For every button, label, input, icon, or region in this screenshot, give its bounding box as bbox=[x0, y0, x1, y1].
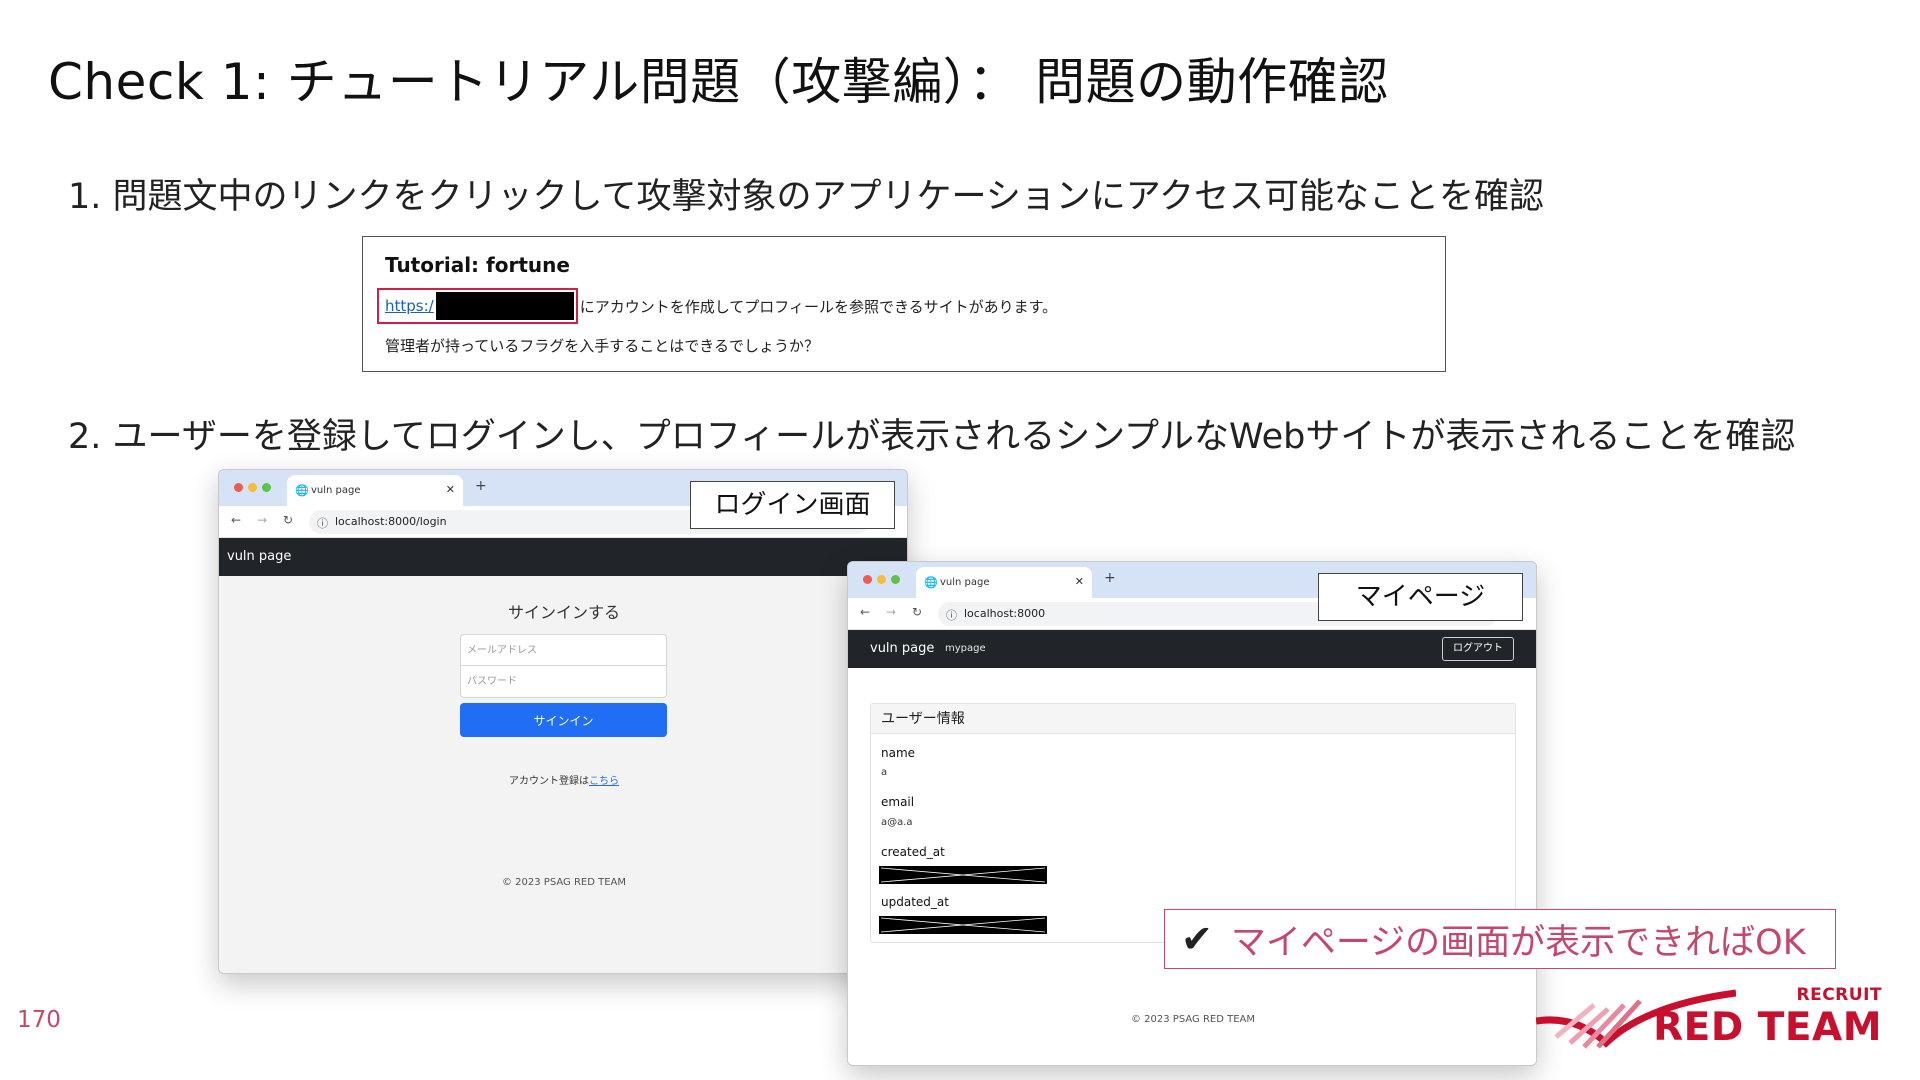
logo-redteam-text: RED TEAM bbox=[1653, 1005, 1882, 1050]
logo-recruit-text: RECRUIT bbox=[1796, 985, 1882, 1005]
maximize-window-dot[interactable] bbox=[262, 483, 271, 492]
url-text: localhost:8000 bbox=[964, 607, 1046, 620]
browser-tab[interactable]: 🌐 vuln page ✕ bbox=[287, 475, 463, 506]
recruit-red-team-logo: RECRUIT RED TEAM bbox=[1536, 985, 1896, 1055]
step-2-text: 2. ユーザーを登録してログインし、プロフィールが表示されるシンプルなWebサイ… bbox=[68, 417, 1796, 457]
user-info-card: ユーザー情報 name a email a@a.a created_at upd… bbox=[870, 703, 1516, 943]
login-page-body: サインインする サインイン アカウント登録はこちら © 2023 PSAG RE… bbox=[219, 576, 907, 973]
problem-description-line: https:/ にアカウントを作成してプロフィールを参照できるサイトがあります。 bbox=[377, 288, 1057, 324]
problem-question: 管理者が持っているフラグを入手することはできるでしょうか？ bbox=[385, 337, 819, 355]
signin-button[interactable]: サインイン bbox=[460, 703, 667, 737]
page-number: 170 bbox=[17, 1007, 61, 1033]
close-window-dot[interactable] bbox=[863, 575, 872, 584]
minimize-window-dot[interactable] bbox=[877, 575, 886, 584]
user-info-header: ユーザー情報 bbox=[871, 704, 1515, 734]
close-window-dot[interactable] bbox=[234, 483, 243, 492]
url-text: localhost:8000/login bbox=[335, 515, 447, 528]
password-input[interactable] bbox=[461, 666, 666, 697]
problem-card: Tutorial: fortune https:/ にアカウントを作成してプロフ… bbox=[362, 236, 1446, 372]
slide-title: Check 1: チュートリアル問題（攻撃編）： 問題の動作確認 bbox=[48, 53, 1389, 111]
minimize-window-dot[interactable] bbox=[248, 483, 257, 492]
register-line: アカウント登録はこちら bbox=[219, 772, 907, 787]
reload-icon[interactable]: ↻ bbox=[283, 513, 293, 527]
site-info-icon[interactable]: ⓘ bbox=[946, 607, 957, 623]
logout-button[interactable]: ログアウト bbox=[1442, 637, 1514, 661]
highlighted-link-box[interactable]: https:/ bbox=[377, 288, 578, 324]
footer-copyright: © 2023 PSAG RED TEAM bbox=[1130, 1014, 1255, 1025]
login-browser-window: 🌐 vuln page ✕ + ← → ↻ ⓘ localhost:8000/l… bbox=[218, 469, 908, 974]
redacted-url bbox=[435, 292, 574, 320]
app-navbar: vuln page mypage ログアウト bbox=[848, 630, 1536, 668]
mypage-browser-window: 🌐 vuln page ✕ + ← → ↻ ⓘ localhost:8000 v… bbox=[847, 561, 1537, 1066]
globe-icon: 🌐 bbox=[295, 484, 309, 497]
close-tab-icon[interactable]: ✕ bbox=[446, 483, 455, 496]
brand-link[interactable]: vuln page bbox=[870, 641, 934, 656]
ok-banner: ✔ マイページの画面が表示できればOK bbox=[1164, 909, 1836, 969]
nav-mypage-link[interactable]: mypage bbox=[945, 643, 986, 654]
mypage-body: ユーザー情報 name a email a@a.a created_at upd… bbox=[848, 668, 1536, 1065]
created-at-label: created_at bbox=[881, 845, 945, 859]
site-info-icon[interactable]: ⓘ bbox=[317, 515, 328, 531]
updated-at-redacted bbox=[879, 916, 1047, 934]
problem-link[interactable]: https:/ bbox=[385, 297, 434, 315]
maximize-window-dot[interactable] bbox=[891, 575, 900, 584]
tab-title: vuln page bbox=[311, 485, 361, 496]
forward-arrow-icon[interactable]: → bbox=[257, 513, 267, 527]
new-tab-icon[interactable]: + bbox=[1104, 570, 1116, 586]
mypage-callout: マイページ bbox=[1318, 573, 1523, 621]
signin-heading: サインインする bbox=[507, 603, 620, 622]
step-1-text: 1. 問題文中のリンクをクリックして攻撃対象のアプリケーションにアクセス可能なこ… bbox=[68, 177, 1545, 217]
problem-title: Tutorial: fortune bbox=[385, 253, 570, 277]
back-arrow-icon[interactable]: ← bbox=[231, 513, 241, 527]
email-value: a@a.a bbox=[881, 817, 913, 828]
tab-title: vuln page bbox=[940, 577, 990, 588]
forward-arrow-icon[interactable]: → bbox=[886, 605, 896, 619]
ok-banner-text: マイページの画面が表示できればOK bbox=[1230, 922, 1806, 963]
email-input[interactable] bbox=[461, 635, 666, 666]
globe-icon: 🌐 bbox=[924, 576, 938, 589]
footer-copyright: © 2023 PSAG RED TEAM bbox=[501, 877, 626, 888]
updated-at-label: updated_at bbox=[881, 895, 949, 909]
created-at-redacted bbox=[879, 866, 1047, 884]
new-tab-icon[interactable]: + bbox=[475, 478, 487, 494]
back-arrow-icon[interactable]: ← bbox=[860, 605, 870, 619]
login-input-group bbox=[460, 634, 667, 698]
register-text: アカウント登録は bbox=[509, 776, 589, 787]
name-value: a bbox=[881, 767, 888, 778]
brand-link[interactable]: vuln page bbox=[227, 549, 291, 564]
app-navbar: vuln page bbox=[219, 538, 907, 576]
email-label: email bbox=[881, 795, 915, 809]
check-mark-icon: ✔ bbox=[1181, 917, 1213, 961]
close-tab-icon[interactable]: ✕ bbox=[1075, 575, 1084, 588]
name-label: name bbox=[881, 746, 916, 760]
register-link[interactable]: こちら bbox=[589, 776, 619, 787]
problem-line1-text: にアカウントを作成してプロフィールを参照できるサイトがあります。 bbox=[579, 297, 1058, 316]
reload-icon[interactable]: ↻ bbox=[912, 605, 922, 619]
login-screen-callout: ログイン画面 bbox=[690, 481, 895, 529]
browser-tab[interactable]: 🌐 vuln page ✕ bbox=[916, 567, 1092, 598]
